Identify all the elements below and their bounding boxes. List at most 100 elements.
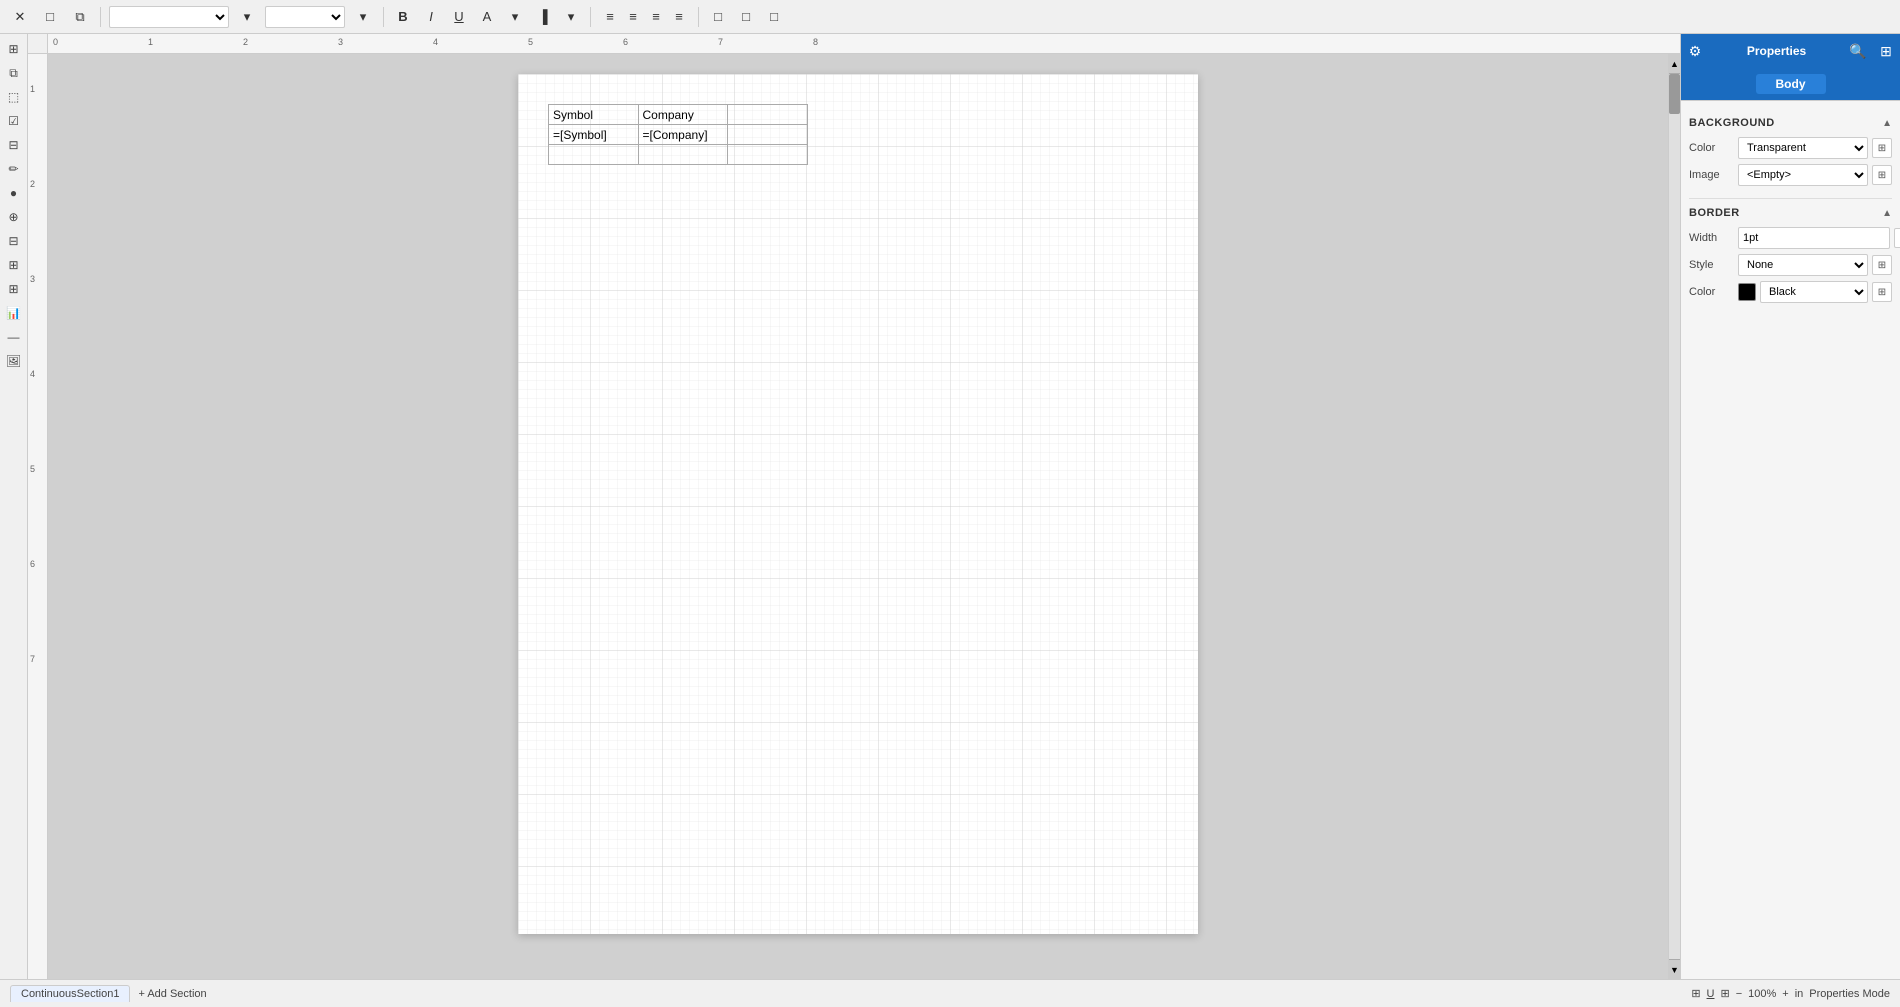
sidebar-cursor-icon[interactable]: ⊞ bbox=[3, 38, 25, 60]
sidebar-chart-icon[interactable]: 📊 bbox=[3, 302, 25, 324]
sidebar-grid-icon[interactable]: ⊞ bbox=[3, 278, 25, 300]
border-width-input[interactable] bbox=[1738, 227, 1890, 249]
zoom-minus[interactable]: − bbox=[1736, 988, 1742, 1000]
highlight-dropdown[interactable]: ▾ bbox=[560, 6, 582, 28]
sidebar-select-icon[interactable]: ⧉ bbox=[3, 62, 25, 84]
close-button[interactable]: ✕ bbox=[8, 5, 32, 29]
sidebar-line-icon[interactable]: — bbox=[3, 326, 25, 348]
properties-tab[interactable]: Properties bbox=[1709, 34, 1844, 68]
background-image-row: Image <Empty> ⊞ bbox=[1689, 164, 1892, 186]
border-toggle[interactable]: ▲ bbox=[1882, 208, 1892, 219]
background-color-row: Color Transparent ⊞ bbox=[1689, 137, 1892, 159]
table-cell-empty-3 bbox=[728, 145, 808, 165]
border-section-header: BORDER ▲ bbox=[1689, 198, 1892, 221]
add-section-button[interactable]: + Add Section bbox=[138, 988, 206, 1000]
copy-button[interactable]: ⧉ bbox=[68, 5, 92, 29]
border-color-row: Color Black ⊞ bbox=[1689, 281, 1892, 303]
highlight-button[interactable]: ▐ bbox=[532, 6, 554, 28]
border-title: BORDER bbox=[1689, 207, 1740, 219]
alignment-group: ≡ ≡ ≡ ≡ bbox=[599, 6, 690, 28]
table-cell-company: =[Company] bbox=[638, 125, 728, 145]
scroll-track bbox=[1669, 74, 1680, 959]
layout-btn-2[interactable]: □ bbox=[735, 6, 757, 28]
border-style-select[interactable]: None bbox=[1738, 254, 1868, 276]
properties-settings-icon[interactable]: ⚙ bbox=[1681, 34, 1709, 68]
border-width-expand[interactable]: ⊞ bbox=[1894, 228, 1900, 248]
grid-icon[interactable]: ⊞ bbox=[1691, 987, 1700, 1000]
font-size-dropdown[interactable]: ▾ bbox=[351, 5, 375, 29]
table-cell-empty bbox=[728, 125, 808, 145]
align-right-button[interactable]: ≡ bbox=[645, 6, 667, 28]
table-cell-symbol: =[Symbol] bbox=[549, 125, 639, 145]
font-family-dropdown[interactable]: ▾ bbox=[235, 5, 259, 29]
unit-label: in bbox=[1795, 988, 1804, 1000]
vertical-scrollbar[interactable]: ▲ ▼ bbox=[1668, 54, 1680, 979]
font-color-button[interactable]: A bbox=[476, 6, 498, 28]
sidebar-minus-icon[interactable]: ⊟ bbox=[3, 134, 25, 156]
sidebar-section-icon[interactable]: ⬚ bbox=[3, 86, 25, 108]
properties-extra-icon[interactable]: ⊞ bbox=[1872, 34, 1900, 68]
align-icon[interactable]: ⊞ bbox=[1720, 987, 1729, 1000]
scroll-thumb[interactable] bbox=[1669, 74, 1680, 114]
table-header-symbol: Symbol bbox=[549, 105, 639, 125]
background-color-expand[interactable]: ⊞ bbox=[1872, 138, 1892, 158]
background-image-label: Image bbox=[1689, 169, 1734, 181]
left-sidebar: ⊞ ⧉ ⬚ ☑ ⊟ ✏ ● ⊕ ⊟ ⊞ ⊞ 📊 — 🖼 bbox=[0, 34, 28, 979]
background-toggle[interactable]: ▲ bbox=[1882, 118, 1892, 129]
vertical-ruler: 1234567 bbox=[28, 54, 48, 979]
border-style-label: Style bbox=[1689, 259, 1734, 271]
zoom-plus[interactable]: + bbox=[1782, 988, 1788, 1000]
border-color-select[interactable]: Black bbox=[1760, 281, 1868, 303]
bold-button[interactable]: B bbox=[392, 6, 414, 28]
scroll-down-button[interactable]: ▼ bbox=[1669, 959, 1680, 979]
section-tab[interactable]: ContinuousSection1 bbox=[10, 985, 130, 1002]
sidebar-remove-icon[interactable]: ⊟ bbox=[3, 230, 25, 252]
content-row: 1234567 bbox=[28, 54, 1680, 979]
underline-icon[interactable]: U bbox=[1707, 988, 1715, 1000]
right-panel-header: ⚙ Properties 🔍 ⊞ bbox=[1681, 34, 1900, 68]
sidebar-check-icon[interactable]: ☑ bbox=[3, 110, 25, 132]
bottom-tools: ⊞ U ⊞ − 100% + in Properties Mode bbox=[1691, 987, 1890, 1000]
layout-btn-3[interactable]: □ bbox=[763, 6, 785, 28]
layout-btn-1[interactable]: □ bbox=[707, 6, 729, 28]
background-section-header: BACKGROUND ▲ bbox=[1689, 117, 1892, 131]
right-panel: ⚙ Properties 🔍 ⊞ Body BACKGROUND ▲ Color… bbox=[1680, 34, 1900, 979]
table-cell-empty-2 bbox=[638, 145, 728, 165]
underline-button[interactable]: U bbox=[448, 6, 470, 28]
italic-button[interactable]: I bbox=[420, 6, 442, 28]
scroll-up-button[interactable]: ▲ bbox=[1669, 54, 1680, 74]
body-label[interactable]: Body bbox=[1756, 74, 1826, 94]
divider-1 bbox=[100, 7, 101, 27]
border-style-expand[interactable]: ⊞ bbox=[1872, 255, 1892, 275]
content-area: 012345678 1234567 bbox=[28, 34, 1680, 979]
font-family-select[interactable] bbox=[109, 6, 229, 28]
border-color-swatch[interactable] bbox=[1738, 283, 1756, 301]
sidebar-pen-icon[interactable]: ✏ bbox=[3, 158, 25, 180]
font-size-select[interactable] bbox=[265, 6, 345, 28]
properties-mode-label[interactable]: Properties Mode bbox=[1809, 988, 1890, 1000]
align-justify-button[interactable]: ≡ bbox=[668, 6, 690, 28]
sidebar-table-icon[interactable]: ⊞ bbox=[3, 254, 25, 276]
document-area[interactable]: Symbol Company =[Symbol] =[Company] bbox=[48, 54, 1668, 979]
font-color-dropdown[interactable]: ▾ bbox=[504, 6, 526, 28]
border-width-label: Width bbox=[1689, 232, 1734, 244]
align-center-button[interactable]: ≡ bbox=[622, 6, 644, 28]
minimize-button[interactable]: □ bbox=[38, 5, 62, 29]
properties-search-icon[interactable]: 🔍 bbox=[1844, 34, 1872, 68]
align-left-button[interactable]: ≡ bbox=[599, 6, 621, 28]
sidebar-add-icon[interactable]: ⊕ bbox=[3, 206, 25, 228]
border-style-row: Style None ⊞ bbox=[1689, 254, 1892, 276]
divider-2 bbox=[383, 7, 384, 27]
sidebar-point-icon[interactable]: ● bbox=[3, 182, 25, 204]
background-image-select[interactable]: <Empty> bbox=[1738, 164, 1868, 186]
border-color-expand[interactable]: ⊞ bbox=[1872, 282, 1892, 302]
background-image-expand[interactable]: ⊞ bbox=[1872, 165, 1892, 185]
divider-3 bbox=[590, 7, 591, 27]
background-color-label: Color bbox=[1689, 142, 1734, 154]
border-width-row: Width ⊞ bbox=[1689, 227, 1892, 249]
bottom-bar: ContinuousSection1 + Add Section ⊞ U ⊞ −… bbox=[0, 979, 1900, 1007]
background-color-select[interactable]: Transparent bbox=[1738, 137, 1868, 159]
table-header-company: Company bbox=[638, 105, 728, 125]
background-title: BACKGROUND bbox=[1689, 117, 1775, 129]
sidebar-image-icon[interactable]: 🖼 bbox=[3, 350, 25, 372]
